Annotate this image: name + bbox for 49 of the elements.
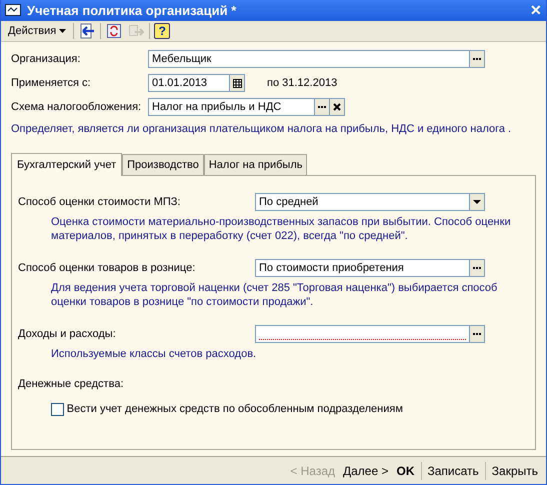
hint-text: Используемые классы счетов расходов.: [50, 347, 258, 362]
ellipsis-icon: [473, 267, 481, 270]
window-title: Учетная политика организаций *: [27, 2, 238, 20]
footer-button[interactable]: Далее >: [339, 460, 392, 481]
select-field[interactable]: [255, 325, 470, 344]
back-arrow-button[interactable]: [78, 22, 96, 40]
calendar-button[interactable]: [230, 74, 245, 92]
refresh-button[interactable]: [105, 22, 124, 40]
tab[interactable]: Бухгалтерский учет: [11, 152, 122, 176]
dropdown-arrow-icon: [473, 200, 481, 204]
field-label: Способ оценки товаров в рознице:: [18, 261, 196, 276]
tab[interactable]: Налог на прибыль: [204, 154, 308, 176]
field-label: Организация:: [11, 52, 82, 68]
tab[interactable]: Производство: [122, 154, 204, 176]
clear-icon: [333, 103, 341, 112]
end-date-text: по 31.12.2013: [267, 76, 338, 92]
organization-field[interactable]: Мебельщик: [148, 50, 470, 68]
hint-text: Для ведения учета торговой наценки (счет 285 "Торговая наценка") выбирается способ оценки товаров в рознице "по стоимости продажи".: [50, 281, 498, 310]
checkbox[interactable]: [51, 402, 64, 416]
select-button[interactable]: [470, 325, 485, 344]
ellipsis-icon: [318, 106, 326, 108]
ellipsis-icon: [473, 58, 481, 60]
dropdown-button[interactable]: [470, 193, 485, 212]
hint-text: Определяет, является ли организация плательщиком налога на прибыль, НДС и единого налога .: [11, 122, 512, 138]
actions-menu[interactable]: Действия: [5, 22, 70, 40]
select-button[interactable]: [315, 98, 330, 116]
field-label: Доходы и расходы:: [18, 327, 117, 342]
ellipsis-icon: [473, 333, 481, 336]
help-button[interactable]: ?: [154, 23, 170, 40]
tax-scheme-field[interactable]: Налог на прибыль и НДС: [148, 98, 315, 116]
window-icon: [5, 4, 21, 16]
dropdown-field[interactable]: По средней: [255, 193, 470, 212]
date-field[interactable]: 01.01.2013: [148, 74, 230, 92]
calendar-icon: [232, 78, 242, 88]
field-label: Применяется с:: [11, 76, 92, 92]
close-button[interactable]: ✕: [530, 3, 542, 18]
footer-button[interactable]: Записать: [424, 460, 483, 481]
clear-button[interactable]: [330, 98, 345, 116]
hint-text: Оценка стоимости материально-производственных запасов при выбытии. Способ оценки материалов, принятых в переработку (счет 022), всегда "по средней".: [50, 215, 512, 244]
field-label: Схема налогообложения:: [11, 100, 142, 116]
select-field[interactable]: По стоимости приобретения: [255, 259, 470, 278]
checkbox-label: Вести учет денежных средств по обособленным подразделениям: [66, 402, 403, 417]
select-button[interactable]: [470, 50, 485, 68]
caret-icon: [59, 28, 66, 33]
section-label: Денежные средства:: [18, 377, 124, 392]
field-label: Способ оценки стоимости МПЗ:: [18, 195, 182, 210]
select-button[interactable]: [470, 259, 485, 278]
footer-button[interactable]: Закрыть: [488, 460, 542, 481]
ok-button[interactable]: OK: [392, 460, 418, 481]
